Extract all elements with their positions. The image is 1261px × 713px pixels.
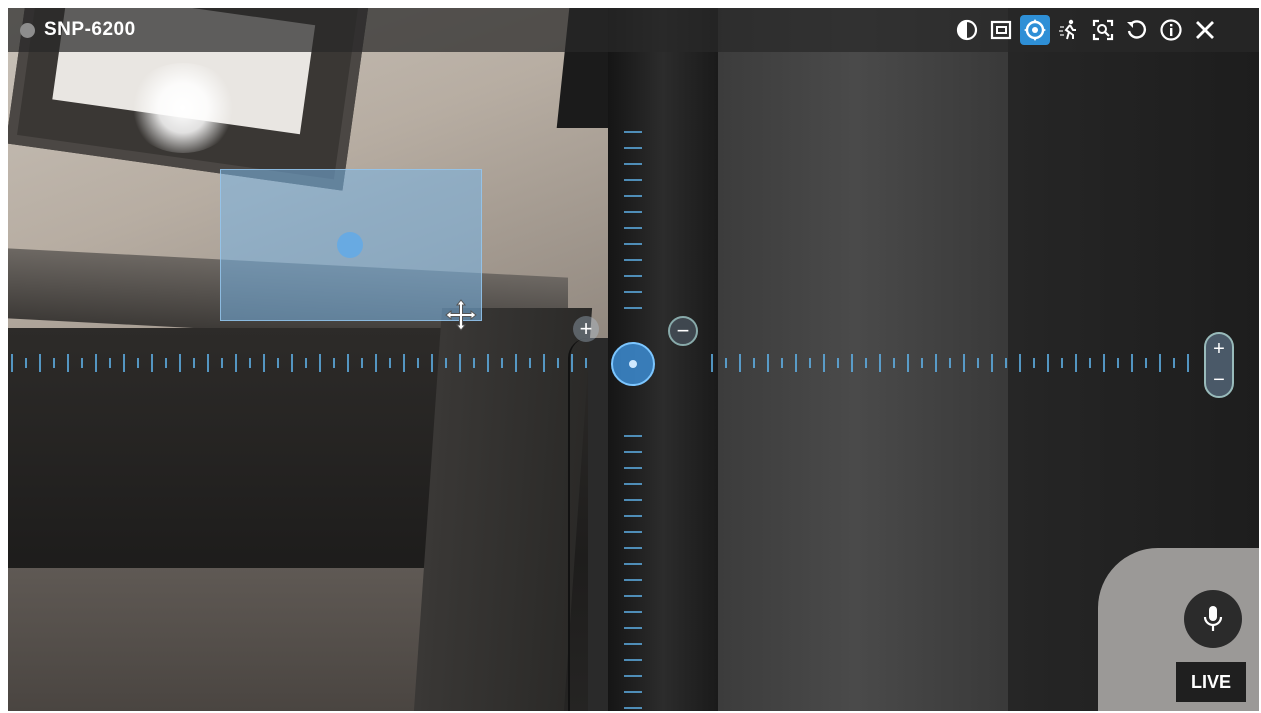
live-badge[interactable]: LIVE — [1176, 662, 1246, 702]
microphone-icon — [1203, 606, 1223, 631]
scene-light-glare — [128, 63, 238, 153]
ptz-center-target[interactable] — [611, 342, 655, 386]
zoom-out-button[interactable]: − — [1213, 369, 1225, 392]
motion-tracking-icon[interactable] — [1054, 15, 1084, 45]
move-cursor-icon — [445, 299, 477, 331]
camera-name: SNP-6200 — [44, 19, 136, 40]
roi-selection-box[interactable] — [220, 169, 482, 321]
scene-cable — [568, 338, 610, 711]
tilt-ruler[interactable] — [618, 128, 648, 711]
status-indicator — [20, 23, 35, 38]
title-bar: SNP-6200 — [8, 8, 1259, 52]
info-icon[interactable] — [1156, 15, 1186, 45]
pan-minus-button[interactable]: − — [668, 316, 698, 346]
ptz-control-icon[interactable] — [1020, 15, 1050, 45]
scene-floor — [8, 568, 448, 711]
close-icon[interactable] — [1190, 15, 1220, 45]
camera-view[interactable]: + − + − SNP-6200 LIVE — [8, 8, 1259, 711]
contrast-icon[interactable] — [952, 15, 982, 45]
refresh-icon[interactable] — [1122, 15, 1152, 45]
microphone-button[interactable] — [1184, 590, 1242, 648]
picture-in-picture-icon[interactable] — [986, 15, 1016, 45]
pan-plus-button[interactable]: + — [573, 316, 599, 342]
zoom-control[interactable]: + − — [1204, 332, 1234, 398]
roi-center-handle[interactable] — [337, 232, 363, 258]
area-zoom-icon[interactable] — [1088, 15, 1118, 45]
zoom-in-button[interactable]: + — [1213, 338, 1225, 361]
